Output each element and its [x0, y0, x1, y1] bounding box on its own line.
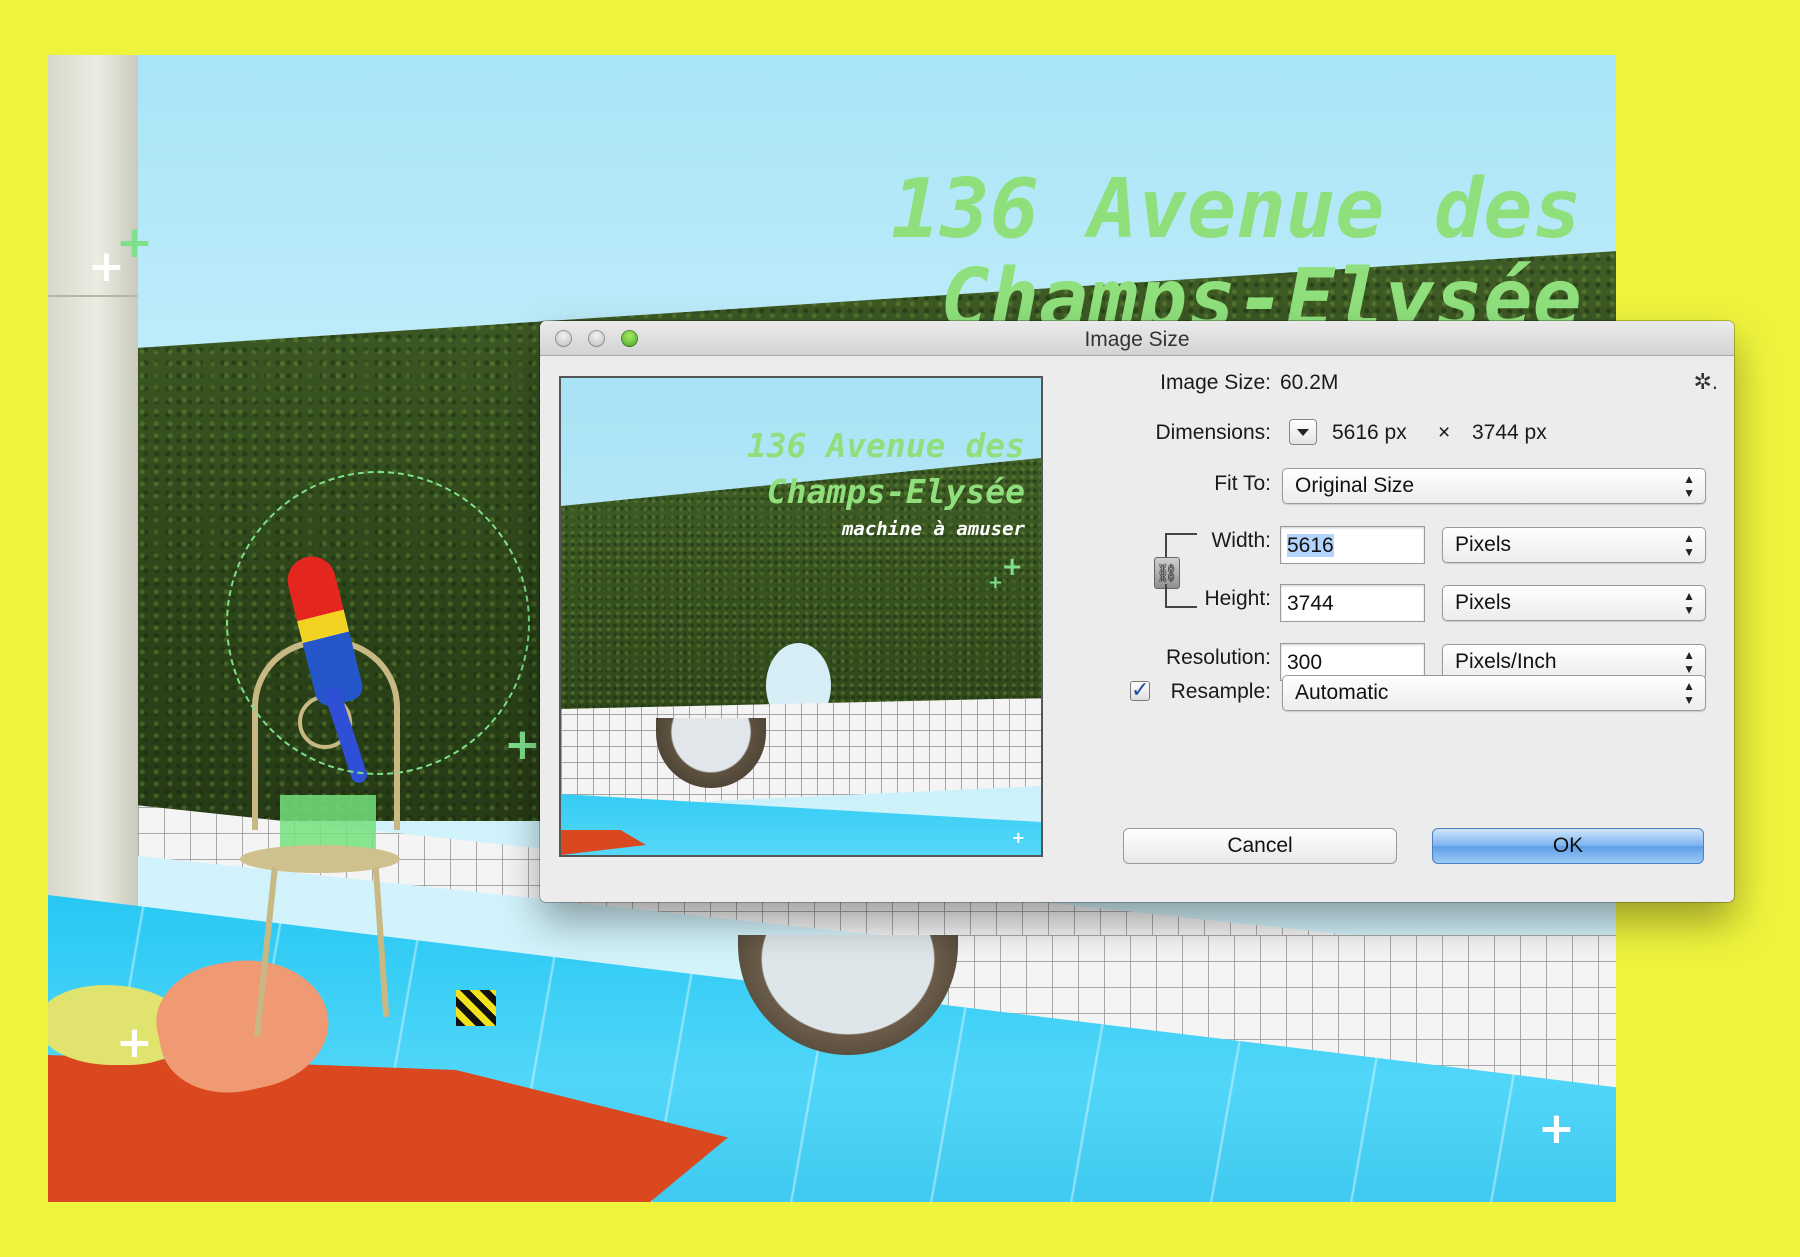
- width-value: 5616: [1287, 534, 1334, 557]
- dimensions-times: ×: [1438, 421, 1451, 444]
- dimensions-height: 3744 px: [1472, 421, 1547, 444]
- resample-label: Resample:: [1170, 680, 1271, 703]
- image-size-label: Image Size:: [1160, 371, 1271, 394]
- up-down-chevron-icon: ▲ ▼: [1683, 648, 1695, 676]
- dashed-circle: [226, 471, 530, 775]
- height-value: 3744: [1287, 592, 1334, 615]
- resolution-label: Resolution:: [1165, 646, 1271, 669]
- dimensions-label: Dimensions:: [1155, 421, 1271, 444]
- resolution-value: 300: [1287, 651, 1323, 674]
- dimensions-width: 5616 px: [1332, 421, 1407, 444]
- plus-icon: +: [987, 572, 1003, 593]
- height-input[interactable]: 3744: [1280, 584, 1425, 622]
- constrain-bracket-top: [1165, 533, 1197, 557]
- image-preview[interactable]: 136 Avenue des Champs-Elysée machine à a…: [559, 376, 1043, 857]
- dialog-titlebar[interactable]: Image Size: [540, 321, 1734, 356]
- dimensions-menu-button[interactable]: [1289, 419, 1317, 445]
- plus-icon: +: [504, 719, 541, 770]
- image-size-value: 60.2M: [1280, 371, 1339, 394]
- resample-value: Automatic: [1295, 681, 1389, 704]
- width-unit-value: Pixels: [1455, 533, 1512, 556]
- preview-title-line1: 136 Avenue des: [746, 426, 1025, 465]
- triangle-down-icon: [1297, 429, 1309, 436]
- width-label: Width:: [1211, 529, 1271, 552]
- hazard-block: [456, 990, 496, 1026]
- fit-to-select[interactable]: Original Size ▲ ▼: [1282, 468, 1706, 504]
- constrain-bracket-bottom: [1165, 584, 1197, 608]
- resample-checkbox[interactable]: ✓: [1130, 679, 1150, 701]
- plus-icon: +: [1538, 1103, 1575, 1154]
- up-down-chevron-icon: ▲ ▼: [1683, 589, 1695, 617]
- fit-to-label: Fit To:: [1214, 472, 1271, 495]
- up-down-chevron-icon: ▲ ▼: [1683, 472, 1695, 500]
- plus-icon: +: [1001, 552, 1023, 582]
- plus-icon: +: [116, 1017, 153, 1068]
- fit-to-value: Original Size: [1295, 474, 1415, 497]
- dialog-title: Image Size: [1084, 328, 1190, 351]
- plus-icon: +: [116, 217, 153, 268]
- resolution-unit-value: Pixels/Inch: [1455, 650, 1557, 673]
- artwork-title: 136 Avenue des Champs-Elysée: [890, 162, 1582, 345]
- plus-icon: +: [1011, 828, 1025, 847]
- pillar-seam: [48, 295, 138, 297]
- image-size-dialog: Image Size 136 Avenue des Champs-Elysée …: [540, 321, 1734, 902]
- height-label: Height:: [1204, 587, 1271, 610]
- height-unit-select[interactable]: Pixels ▲ ▼: [1442, 585, 1706, 621]
- width-input[interactable]: 5616: [1280, 526, 1425, 564]
- cancel-button[interactable]: Cancel: [1123, 828, 1397, 864]
- preview-subtitle: machine à amuser: [841, 518, 1025, 540]
- resample-select[interactable]: Automatic ▲ ▼: [1282, 675, 1706, 711]
- artwork-title-line1: 136 Avenue des: [890, 162, 1582, 257]
- up-down-chevron-icon: ▲ ▼: [1683, 679, 1695, 707]
- width-unit-select[interactable]: Pixels ▲ ▼: [1442, 527, 1706, 563]
- ok-button[interactable]: OK: [1432, 828, 1704, 864]
- preview-tile-wall: [561, 698, 1041, 808]
- preview-title-line2: Champs-Elysée: [766, 472, 1025, 511]
- up-down-chevron-icon: ▲ ▼: [1683, 531, 1695, 559]
- checkmark-icon: ✓: [1131, 677, 1150, 702]
- gear-icon[interactable]: ✲.: [1693, 369, 1718, 395]
- height-unit-value: Pixels: [1455, 591, 1512, 614]
